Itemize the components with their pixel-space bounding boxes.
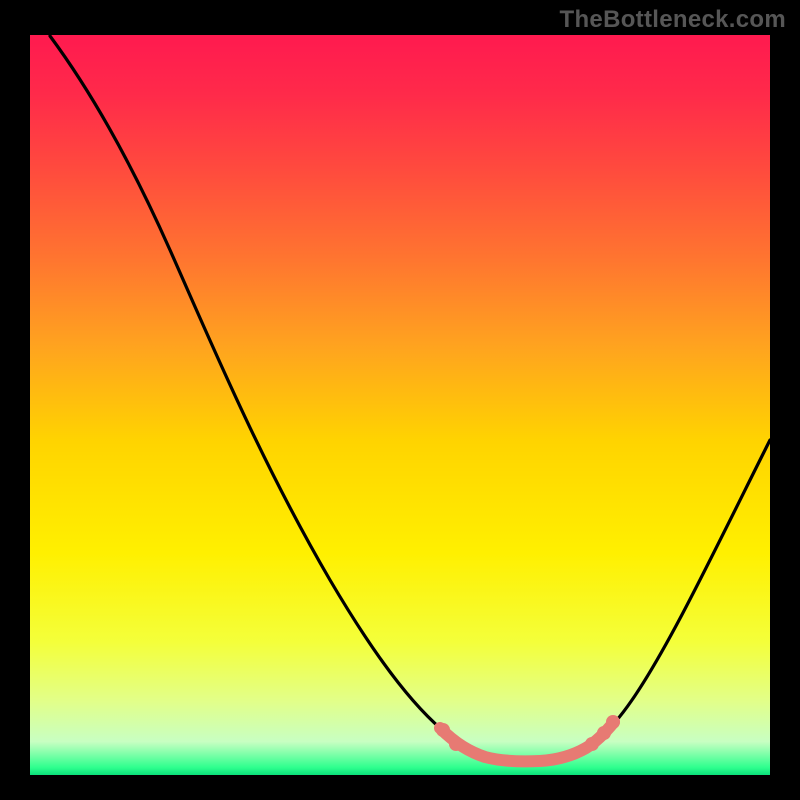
watermark-text: TheBottleneck.com [560, 6, 786, 34]
highlight-dot [585, 737, 599, 751]
highlight-dot [597, 726, 611, 740]
plot-area [30, 35, 770, 775]
highlight-dot [449, 737, 463, 751]
chart-frame: TheBottleneck.com [0, 0, 800, 800]
highlight-dot [606, 715, 620, 729]
highlight-dot [436, 723, 450, 737]
bottleneck-chart [0, 0, 800, 800]
